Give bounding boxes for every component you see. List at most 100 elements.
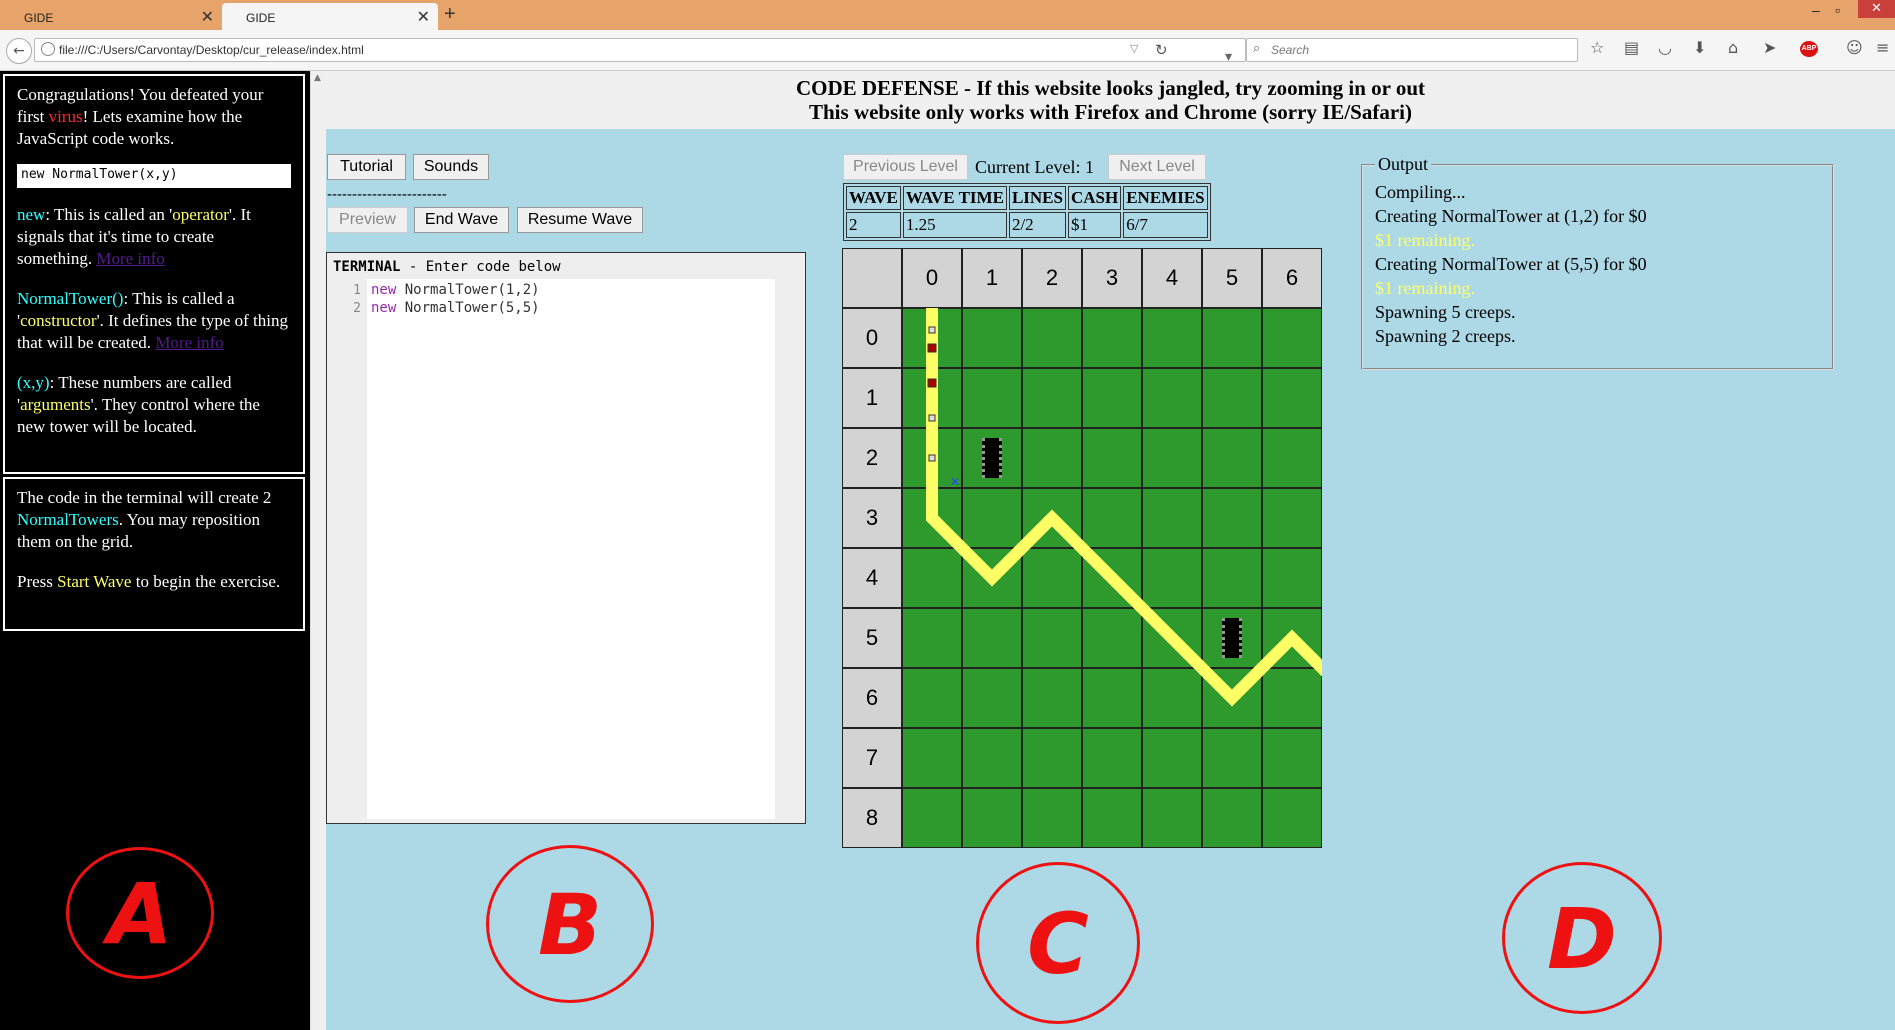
grid-cell[interactable] xyxy=(1082,788,1142,848)
grid-cell[interactable] xyxy=(1202,668,1262,728)
window-close-icon[interactable]: ✕ xyxy=(1858,0,1895,18)
browser-tab-active[interactable]: GIDE ✕ xyxy=(222,3,438,30)
grid-cell[interactable] xyxy=(1022,308,1082,368)
grid-cell[interactable] xyxy=(1262,368,1322,428)
adblock-icon[interactable]: ABP xyxy=(1800,41,1818,57)
reading-list-icon[interactable]: ▤ xyxy=(1624,38,1639,57)
grid-cell[interactable] xyxy=(1082,608,1142,668)
url-dropdown-icon[interactable]: ▽ xyxy=(1130,42,1138,55)
grid-cell[interactable] xyxy=(1022,668,1082,728)
previous-level-button[interactable]: Previous Level xyxy=(843,154,968,180)
grid-cell[interactable] xyxy=(1022,368,1082,428)
grid-cell[interactable] xyxy=(1202,728,1262,788)
grid-cell[interactable] xyxy=(962,368,1022,428)
grid-cell[interactable] xyxy=(1262,548,1322,608)
grid-cell[interactable] xyxy=(1082,428,1142,488)
page-info-icon[interactable] xyxy=(41,42,55,56)
grid-cell[interactable] xyxy=(902,548,962,608)
reload-icon[interactable]: ↻ xyxy=(1155,41,1168,59)
normal-tower-icon[interactable] xyxy=(1222,618,1242,658)
sounds-button[interactable]: Sounds xyxy=(413,154,489,180)
close-tab-icon[interactable]: ✕ xyxy=(201,7,214,27)
grid-cell[interactable] xyxy=(1202,488,1262,548)
grid-cell[interactable] xyxy=(1082,728,1142,788)
grid-cell[interactable] xyxy=(1202,368,1262,428)
grid-cell[interactable] xyxy=(1142,728,1202,788)
next-level-button[interactable]: Next Level xyxy=(1108,154,1206,180)
grid-cell[interactable] xyxy=(1202,428,1262,488)
grid-cell[interactable] xyxy=(902,428,962,488)
grid-cell[interactable] xyxy=(1082,668,1142,728)
grid-cell[interactable] xyxy=(902,668,962,728)
grid-cell[interactable] xyxy=(1022,608,1082,668)
back-icon[interactable]: ← xyxy=(6,38,32,64)
tutorial-button[interactable]: Tutorial xyxy=(327,154,406,180)
grid-cell[interactable] xyxy=(1022,788,1082,848)
grid-cell[interactable] xyxy=(902,488,962,548)
normal-tower-icon[interactable] xyxy=(982,438,1002,478)
close-tab-icon[interactable]: ✕ xyxy=(417,7,430,27)
grid-cell[interactable] xyxy=(1022,728,1082,788)
url-bar[interactable]: file:///C:/Users/Carvontay/Desktop/cur_r… xyxy=(34,38,1246,65)
grid-cell[interactable] xyxy=(1142,788,1202,848)
grid-cell[interactable] xyxy=(902,788,962,848)
grid-cell[interactable] xyxy=(1142,668,1202,728)
chat-icon[interactable]: ☺ xyxy=(1846,38,1863,57)
end-wave-button[interactable]: End Wave xyxy=(414,207,509,233)
code-editor[interactable]: new NormalTower(1,2) new NormalTower(5,5… xyxy=(367,279,775,819)
grid-cell[interactable] xyxy=(1262,428,1322,488)
grid-cell[interactable] xyxy=(962,308,1022,368)
grid-cell[interactable] xyxy=(1082,548,1142,608)
grid-cell[interactable] xyxy=(1142,488,1202,548)
grid-cell[interactable] xyxy=(1202,548,1262,608)
grid-cell[interactable] xyxy=(1142,608,1202,668)
grid-cell[interactable] xyxy=(1022,428,1082,488)
preview-button[interactable]: Preview xyxy=(327,207,408,233)
grid-cell[interactable] xyxy=(1142,308,1202,368)
download-icon[interactable]: ⬇ xyxy=(1693,38,1706,57)
maximize-icon[interactable]: ▫ xyxy=(1835,2,1840,18)
search-input[interactable]: ⌕ Search xyxy=(1246,38,1578,62)
grid-cell[interactable] xyxy=(962,608,1022,668)
pocket-icon[interactable]: ◡ xyxy=(1658,38,1672,57)
grid-cell[interactable] xyxy=(902,308,962,368)
minimize-icon[interactable]: – xyxy=(1812,2,1820,18)
grid-cell[interactable] xyxy=(1082,488,1142,548)
grid-cell[interactable] xyxy=(902,728,962,788)
grid-cell[interactable] xyxy=(1022,548,1082,608)
grid-cell[interactable] xyxy=(1262,728,1322,788)
history-dropdown-icon[interactable]: ▾ xyxy=(1225,49,1232,65)
grid-cell[interactable] xyxy=(962,668,1022,728)
grid-cell[interactable] xyxy=(962,548,1022,608)
bookmark-star-icon[interactable]: ☆ xyxy=(1590,38,1604,57)
grid-cell[interactable] xyxy=(1142,368,1202,428)
grid-cell[interactable] xyxy=(902,368,962,428)
resume-wave-button[interactable]: Resume Wave xyxy=(517,207,643,233)
grid-cell[interactable] xyxy=(1142,548,1202,608)
grid-cell[interactable] xyxy=(1262,488,1322,548)
grid-cell[interactable] xyxy=(1202,308,1262,368)
home-icon[interactable]: ⌂ xyxy=(1728,38,1738,57)
grid-cell[interactable] xyxy=(962,728,1022,788)
grid-cell[interactable] xyxy=(1022,488,1082,548)
grid-cell[interactable] xyxy=(1262,608,1322,668)
grid-cell[interactable] xyxy=(1262,308,1322,368)
grid-cell[interactable] xyxy=(962,788,1022,848)
grid-cell[interactable] xyxy=(962,488,1022,548)
grid-cell[interactable] xyxy=(1262,668,1322,728)
menu-icon[interactable]: ≡ xyxy=(1876,38,1889,57)
new-tab-icon[interactable]: + xyxy=(444,3,456,26)
grid-cell[interactable] xyxy=(1082,308,1142,368)
send-icon[interactable]: ➤ xyxy=(1763,38,1776,57)
scroll-up-icon[interactable]: ▲ xyxy=(314,73,321,83)
grid-cell[interactable] xyxy=(1202,788,1262,848)
grid-cell[interactable] xyxy=(1262,788,1322,848)
more-info-link[interactable]: More info xyxy=(155,333,223,352)
browser-tab[interactable]: GIDE ✕ xyxy=(0,3,222,30)
scrollbar[interactable]: ▲ xyxy=(310,71,326,1030)
annotation-d: D xyxy=(1502,862,1662,1014)
grid-cell[interactable] xyxy=(1082,368,1142,428)
grid-cell[interactable] xyxy=(902,608,962,668)
grid-cell[interactable] xyxy=(1142,428,1202,488)
more-info-link[interactable]: More info xyxy=(96,249,164,268)
